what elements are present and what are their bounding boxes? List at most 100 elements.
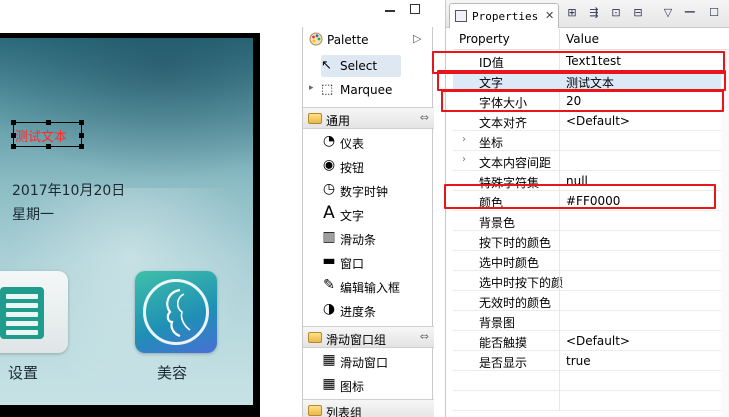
property-value[interactable]: 测试文本	[566, 74, 614, 91]
property-value[interactable]: #FF0000	[566, 194, 620, 208]
property-row-font-size[interactable]: 字体大小 20	[453, 91, 729, 111]
expand-icon[interactable]: ›	[462, 134, 466, 145]
slide-window-icon: ▦	[322, 352, 336, 368]
palette-item-label: 滑动窗口	[340, 356, 389, 370]
resize-handle-bottom[interactable]	[46, 144, 51, 149]
property-row-selected-pressed-color[interactable]: 选中时按下的颜	[453, 271, 729, 291]
selected-text-widget[interactable]: 测试文本	[11, 120, 84, 149]
property-row-selected-color[interactable]: 选中时颜色	[453, 251, 729, 271]
property-row-align[interactable]: 文本对齐 <Default>	[453, 111, 729, 131]
property-name: 选中时颜色	[479, 256, 540, 270]
filter-icon[interactable]: ⇶	[586, 6, 602, 22]
property-name: 特殊字符集	[479, 176, 540, 190]
property-value[interactable]: 20	[566, 94, 581, 108]
value-column-header[interactable]: Value	[566, 32, 599, 46]
select-tool[interactable]: ↖ Select	[321, 55, 401, 77]
resize-handle-top-left[interactable]	[11, 120, 16, 125]
property-row-padding[interactable]: › 文本内容间距	[453, 151, 729, 171]
palette-item-label: 图标	[340, 380, 365, 394]
palette-collapse-icon[interactable]: ▷	[413, 32, 421, 45]
palette-item-label: 按钮	[340, 161, 365, 175]
expand-icon[interactable]: ›	[462, 154, 466, 165]
resize-handle-left[interactable]	[11, 133, 16, 138]
property-name: 字体大小	[479, 96, 528, 110]
palette-item-slider[interactable]: ▥ 滑动条	[303, 226, 434, 250]
property-row-touchable[interactable]: 能否触摸 <Default>	[453, 331, 729, 351]
palette-item-slide-window[interactable]: ▦ 滑动窗口	[303, 349, 434, 373]
property-column-header[interactable]: Property	[459, 32, 510, 46]
beauty-face-icon	[143, 279, 209, 345]
close-icon[interactable]: ✕	[545, 9, 554, 22]
categories-icon[interactable]: ⊞	[564, 6, 580, 22]
property-value[interactable]: true	[566, 354, 591, 368]
marquee-tool[interactable]: ▸ ⬚ Marquee	[309, 79, 433, 101]
palette-title: Palette	[327, 33, 369, 47]
property-name: 背景图	[479, 316, 516, 330]
property-row-disabled-color[interactable]: 无效时的颜色	[453, 291, 729, 311]
property-name: 颜色	[479, 196, 504, 210]
property-row-coordinates[interactable]: › 坐标	[453, 131, 729, 151]
palette-item-text[interactable]: A 文字	[303, 202, 434, 226]
weekday-text[interactable]: 星期一	[12, 204, 54, 224]
resize-handle-top[interactable]	[46, 120, 51, 125]
selected-text-label[interactable]: 测试文本	[15, 126, 67, 145]
pin-icon[interactable]: ⇔	[420, 330, 429, 343]
group-general[interactable]: 通用 ⇔	[303, 107, 434, 129]
button-icon: ◉	[322, 157, 336, 173]
maximize-icon[interactable]: ☐	[706, 6, 722, 22]
palette-item-gauge[interactable]: ◔ 仪表	[303, 130, 434, 154]
beauty-app-tile[interactable]	[135, 271, 217, 353]
property-row-color[interactable]: 颜色 #FF0000	[453, 191, 729, 211]
clock-icon: ◷	[322, 181, 336, 197]
group-list-label: 列表组	[326, 406, 363, 417]
restore-default-icon[interactable]: ⊟	[630, 6, 646, 22]
minimize-icon[interactable]: −	[682, 2, 698, 21]
palette-item-edit-input[interactable]: ✎ 编辑输入框	[303, 274, 434, 298]
folder-icon	[308, 405, 322, 416]
device-screen[interactable]: 测试文本 2017年10月20日 星期一 设置 美容	[0, 38, 253, 405]
property-row-background-image[interactable]: 背景图	[453, 311, 729, 331]
maximize-icon[interactable]	[410, 4, 420, 14]
property-row-id[interactable]: ID值 Text1test	[453, 51, 729, 71]
gauge-icon: ◔	[322, 133, 336, 149]
property-name: 文字	[479, 76, 504, 90]
view-menu-icon[interactable]: ▽	[660, 6, 676, 22]
property-value[interactable]: null	[566, 174, 588, 188]
resize-handle-bottom-left[interactable]	[11, 144, 16, 149]
property-row-background-color[interactable]: 背景色	[453, 211, 729, 231]
property-value[interactable]: <Default>	[566, 334, 630, 348]
palette-item-label: 编辑输入框	[340, 281, 401, 295]
date-text[interactable]: 2017年10月20日	[12, 180, 125, 200]
property-row-charset[interactable]: 特殊字符集 null	[453, 171, 729, 191]
property-value[interactable]: Text1test	[566, 54, 621, 68]
property-value[interactable]: <Default>	[566, 114, 630, 128]
property-row-pressed-color[interactable]: 按下时的颜色	[453, 231, 729, 251]
resize-handle-top-right[interactable]	[79, 120, 84, 125]
settings-app-tile[interactable]	[0, 271, 68, 353]
marquee-expand-icon[interactable]: ▸	[309, 83, 314, 93]
property-row-text[interactable]: 文字 测试文本	[453, 71, 729, 91]
palette-item-label: 仪表	[340, 137, 365, 151]
slider-icon: ▥	[322, 229, 336, 245]
tab-properties[interactable]: Properties ✕	[449, 3, 559, 28]
advanced-icon[interactable]: ⊡	[608, 6, 624, 22]
beauty-app-label: 美容	[157, 364, 188, 382]
palette-header[interactable]: Palette ▷	[303, 27, 434, 51]
pin-icon[interactable]: ⇔	[420, 111, 429, 124]
palette-item-window[interactable]: ▬ 窗口	[303, 250, 434, 274]
properties-tab-label: Properties	[472, 10, 539, 23]
palette-item-icon[interactable]: ▦ 图标	[303, 373, 434, 397]
palette-item-clock[interactable]: ◷ 数字时钟	[303, 178, 434, 202]
resize-handle-bottom-right[interactable]	[79, 144, 84, 149]
group-slide-window[interactable]: 滑动窗口组 ⇔	[303, 326, 434, 348]
resize-handle-right[interactable]	[79, 133, 84, 138]
palette-icon	[309, 32, 323, 46]
palette-item-button[interactable]: ◉ 按钮	[303, 154, 434, 178]
device-preview: 测试文本 2017年10月20日 星期一 设置 美容	[0, 33, 260, 417]
group-list[interactable]: 列表组	[303, 399, 434, 417]
palette-item-progress[interactable]: ◑ 进度条	[303, 298, 434, 322]
property-row-visible[interactable]: 是否显示 true	[453, 351, 729, 371]
minimize-icon[interactable]	[385, 10, 395, 12]
properties-scrollbar[interactable]	[721, 50, 729, 417]
property-name: 无效时的颜色	[479, 296, 552, 310]
